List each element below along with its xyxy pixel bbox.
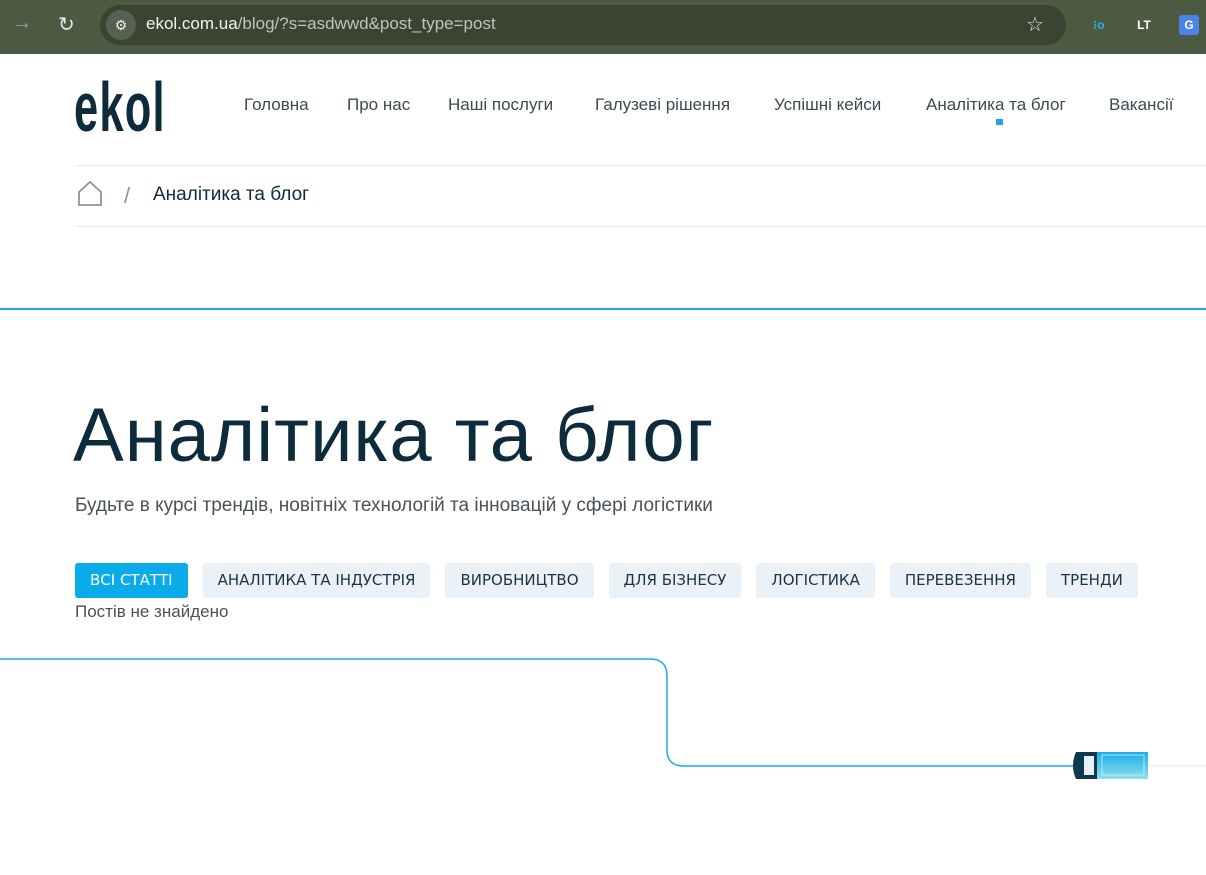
- route-line: [0, 658, 1075, 767]
- decorative-route: [0, 658, 1206, 779]
- truck-icon: [1073, 752, 1148, 779]
